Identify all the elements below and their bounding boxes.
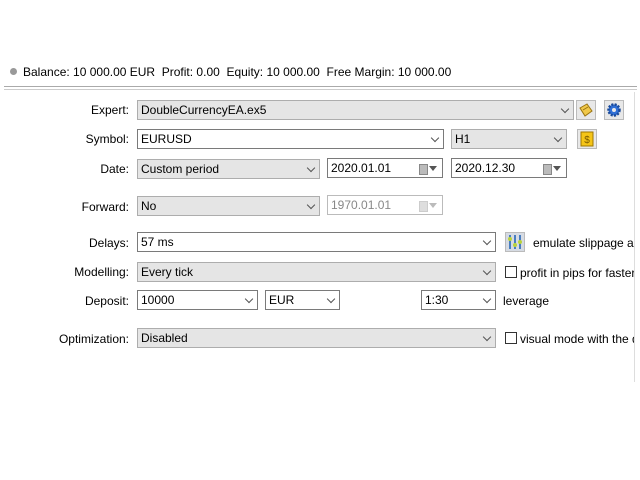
profit-in-pips-checkbox[interactable] [505,266,517,278]
delay-settings-button[interactable] [505,232,525,252]
leverage-label: leverage [503,294,550,308]
calendar-icon [419,199,437,212]
divider [4,86,637,87]
account-status-text: Balance: 10 000.00 EUR Profit: 0.00 Equi… [23,65,452,79]
calendar-icon[interactable] [419,162,437,175]
status-bullet-icon [10,68,17,75]
forward-date-picker: 1970.01.01 [327,195,443,215]
gear-icon [607,103,621,117]
forward-date-value: 1970.01.01 [331,198,392,212]
symbol-value: EURUSD [141,132,192,146]
calendar-icon[interactable] [543,162,561,175]
leverage-select[interactable]: 1:30 [421,290,496,310]
optimization-select[interactable]: Disabled [137,328,496,348]
currency-value: EUR [269,293,295,307]
expert-select[interactable]: DoubleCurrencyEA.ex5 [137,100,574,120]
visual-mode-checkbox[interactable] [505,332,517,344]
forward-select[interactable]: No [137,196,320,216]
chevron-down-icon [308,160,314,178]
chevron-down-icon [562,101,568,119]
chevron-down-icon [484,263,490,281]
chevron-down-icon [432,130,438,148]
chevron-down-icon [484,291,490,309]
date-from-picker[interactable]: 2020.01.01 [327,158,443,178]
deposit-label: Deposit: [84,294,129,308]
timeframe-select[interactable]: H1 [451,129,567,149]
dollar-icon: $ [580,131,594,147]
chevron-down-icon [328,291,334,309]
currency-select[interactable]: EUR [265,290,340,310]
leverage-value: 1:30 [425,293,449,307]
visual-mode-label: visual mode with the disp [520,332,634,346]
forward-label: Forward: [81,200,129,214]
symbol-label: Symbol: [85,132,129,146]
optimization-value: Disabled [141,331,188,345]
modelling-label: Modelling: [74,265,129,279]
chevron-down-icon [246,291,252,309]
date-period-select[interactable]: Custom period [137,159,320,179]
delays-note: emulate slippage and [533,236,634,250]
svg-text:$: $ [584,135,590,146]
chevron-down-icon [484,233,490,251]
divider [4,89,637,90]
expert-settings-button[interactable] [604,100,624,120]
account-status-bar: Balance: 10 000.00 EUR Profit: 0.00 Equi… [10,65,451,79]
forward-value: No [141,199,157,213]
deposit-value: 10000 [141,293,175,307]
date-to-value: 2020.12.30 [455,161,516,175]
chevron-down-icon [484,329,490,347]
delays-value: 57 ms [141,235,174,249]
expert-value: DoubleCurrencyEA.ex5 [141,103,267,117]
expert-label: Expert: [90,103,129,117]
timeframe-value: H1 [455,132,471,146]
chevron-down-icon [308,197,314,215]
panel-border [634,92,635,382]
script-edit-icon [579,103,593,117]
date-label: Date: [100,162,129,176]
optimization-label: Optimization: [58,332,129,346]
symbol-properties-button[interactable]: $ [577,129,597,149]
delays-label: Delays: [88,236,129,250]
modelling-select[interactable]: Every tick [137,262,496,282]
deposit-select[interactable]: 10000 [137,290,258,310]
delays-select[interactable]: 57 ms [137,232,496,252]
chevron-down-icon [555,130,561,148]
date-to-picker[interactable]: 2020.12.30 [451,158,567,178]
symbol-select[interactable]: EURUSD [137,129,444,149]
open-editor-button[interactable] [576,100,596,120]
date-period-value: Custom period [141,162,220,176]
sliders-icon [508,235,522,249]
date-from-value: 2020.01.01 [331,161,392,175]
profit-in-pips-label: profit in pips for faster ca [520,266,634,280]
modelling-value: Every tick [141,265,194,279]
